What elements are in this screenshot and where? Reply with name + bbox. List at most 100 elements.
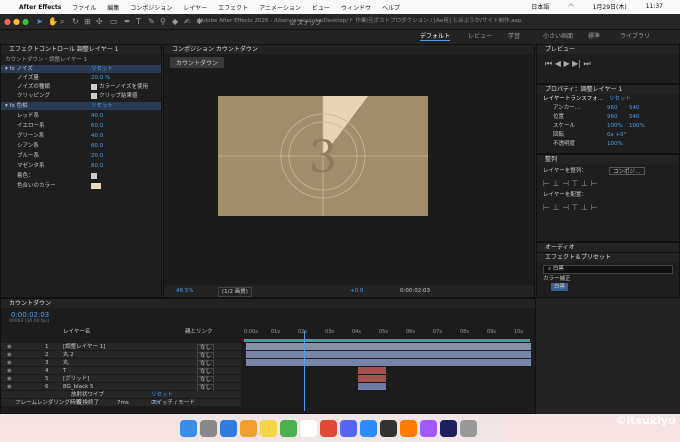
scale-x[interactable]: 100% (607, 122, 623, 130)
layer-duration-bar[interactable] (358, 367, 386, 374)
tint-colorize-checkbox[interactable] (91, 172, 99, 180)
effect-item-black-white[interactable]: 白黒 (551, 283, 569, 291)
layer-name[interactable]: BG_black 5 (63, 383, 94, 391)
noise-effect-header[interactable]: ▾ fx ノイズ リセット (1, 65, 161, 73)
menu-animation[interactable]: アニメーション (259, 3, 301, 12)
close-icon[interactable]: ● (4, 17, 11, 26)
workspace-libraries[interactable]: ライブラリ (620, 31, 650, 40)
property-row[interactable]: 放射状ワイプ リセット (1, 391, 241, 399)
dock-zoom-icon[interactable] (360, 419, 377, 437)
clock-label[interactable]: 11:37 (646, 3, 663, 10)
tint-blue-value[interactable]: 20.0 (91, 152, 103, 160)
zoom-level[interactable]: 48.5% (176, 285, 193, 297)
dock-terminal-icon[interactable] (380, 419, 397, 437)
dock-figma-icon[interactable] (420, 419, 437, 437)
scale-y[interactable]: 100% (629, 122, 645, 130)
tint-magenta-value[interactable]: 80.0 (91, 162, 103, 170)
visibility-icon[interactable]: ◉ (7, 383, 12, 391)
workspace-learn[interactable]: 学習 (508, 31, 520, 40)
rotate-tool-icon[interactable]: ↻ (72, 17, 79, 26)
workspace-review[interactable]: レビュー (468, 31, 492, 40)
tint-red-value[interactable]: 40.0 (91, 112, 103, 120)
dock-trash-icon[interactable] (460, 419, 477, 437)
pen-tool-icon[interactable]: ✒ (124, 17, 131, 26)
dock-maps-icon[interactable] (280, 419, 297, 437)
position-x[interactable]: 960 (607, 113, 618, 121)
app-menu[interactable]: After Effects (19, 4, 61, 11)
layer-duration-bar[interactable] (358, 375, 386, 382)
layer-name[interactable]: 丸 (63, 359, 69, 367)
layer-name[interactable]: T (63, 367, 66, 375)
roto-brush-icon[interactable]: ✍ (184, 17, 191, 26)
dock-illustrator-icon[interactable] (400, 419, 417, 437)
tint-cyan-value[interactable]: 60.0 (91, 142, 103, 150)
brush-tool-icon[interactable]: ✎ (148, 17, 155, 26)
layer-name[interactable]: 丸 2 (63, 351, 74, 359)
transform-reset[interactable]: リセット (609, 95, 631, 103)
playback-controls[interactable]: ⏮ ◀ ▶ ▶| ⏭ (545, 59, 591, 69)
dock-chrome-icon[interactable] (320, 419, 337, 437)
opacity-value[interactable]: 100% (607, 140, 623, 148)
tint-color-swatch[interactable] (91, 183, 101, 189)
distribute-buttons[interactable]: ⊢ ⊥ ⊣ ⊤ ⊥ ⊢ (543, 203, 598, 212)
hand-tool-icon[interactable]: ✋ (48, 17, 58, 26)
rotation-value[interactable]: 0x +0° (607, 131, 626, 139)
dock-finder-icon[interactable] (180, 419, 197, 437)
noise-amount-value[interactable]: 20.0 % (91, 74, 110, 82)
exposure-value[interactable]: +0.0 (350, 285, 363, 297)
visibility-icon[interactable]: ◉ (7, 359, 12, 367)
layer-row[interactable]: ◉ 2 丸 2 なし (1, 351, 241, 360)
radial-wipe-reset[interactable]: リセット (151, 391, 173, 399)
menu-window[interactable]: ウィンドウ (341, 3, 371, 12)
playhead[interactable] (304, 331, 305, 411)
type-tool-icon[interactable]: T (136, 17, 141, 26)
layer-duration-bar[interactable] (246, 359, 531, 366)
layer-duration-bar[interactable] (246, 351, 531, 358)
workspace-default[interactable]: デフォルト (420, 31, 451, 41)
rectangle-tool-icon[interactable]: ▭ (110, 17, 118, 26)
eraser-tool-icon[interactable]: ◆ (172, 17, 178, 26)
dock-safari-icon[interactable] (220, 419, 237, 437)
visibility-icon[interactable]: ◉ (7, 375, 12, 383)
zoom-icon[interactable]: ● (22, 17, 29, 26)
dock-launchpad-icon[interactable] (200, 419, 217, 437)
noise-type-checkbox[interactable]: カラーノイズを使用 (91, 83, 148, 91)
noise-reset[interactable]: リセット (91, 65, 113, 73)
composition-canvas[interactable]: 3 (218, 96, 428, 216)
layer-name[interactable]: [調整レイヤー 1] (63, 343, 105, 351)
menu-layer[interactable]: レイヤー (183, 3, 207, 12)
menu-view[interactable]: ビュー (312, 3, 330, 12)
wifi-icon[interactable]: ◠ (568, 3, 573, 10)
layer-row[interactable]: ◉ 4 T なし (1, 367, 241, 376)
visibility-icon[interactable]: ◉ (7, 343, 12, 351)
menu-file[interactable]: ファイル (72, 3, 96, 12)
menu-help[interactable]: ヘルプ (382, 3, 400, 12)
layer-row[interactable]: ◉ 1 [調整レイヤー 1] なし (1, 343, 241, 352)
dock-notes-icon[interactable] (260, 419, 277, 437)
timeline-timecode[interactable]: 0:00:02:03 (11, 311, 49, 319)
dock-discord-icon[interactable] (340, 419, 357, 437)
position-y[interactable]: 540 (629, 113, 640, 121)
effects-search[interactable]: ⌕ 白黒 (543, 265, 673, 274)
layer-row[interactable]: ◉ 6 BG_black 5 なし (1, 383, 241, 392)
current-time[interactable]: 0:00:02:03 (400, 285, 430, 297)
dock-after-effects-icon[interactable] (440, 419, 457, 437)
menu-edit[interactable]: 編集 (107, 3, 119, 12)
selection-tool-icon[interactable]: ➤ (36, 17, 43, 26)
input-language[interactable]: 日本語 (531, 2, 549, 11)
layer-row[interactable]: ◉ 5 [グリッド] なし (1, 375, 241, 384)
stamp-tool-icon[interactable]: ⚲ (160, 17, 166, 26)
visibility-icon[interactable]: ◉ (7, 351, 12, 359)
dock-calendar-icon[interactable] (300, 419, 317, 437)
workspace-small-screen[interactable]: 小さい画面 (543, 31, 573, 40)
time-ruler[interactable]: 0:00s 01s 02s 03s 04s 05s 06s 07s 08s 09s 10s (244, 329, 534, 339)
tint-effect-header[interactable]: ▾ fx 色相 リセット (1, 102, 161, 110)
camera-tool-icon[interactable]: ⊞ (84, 17, 91, 26)
align-target-select[interactable]: コンポジ… (609, 167, 645, 175)
menu-effect[interactable]: エフェクト (218, 3, 248, 12)
anchor-x[interactable]: 960 (607, 104, 618, 112)
layer-duration-bar[interactable] (246, 343, 531, 350)
align-buttons[interactable]: ⊢ ⊥ ⊣ ⊤ ⊥ ⊢ (543, 179, 598, 188)
layer-row[interactable]: ◉ 3 丸なし (1, 359, 241, 368)
tint-yellow-value[interactable]: 60.0 (91, 122, 103, 130)
